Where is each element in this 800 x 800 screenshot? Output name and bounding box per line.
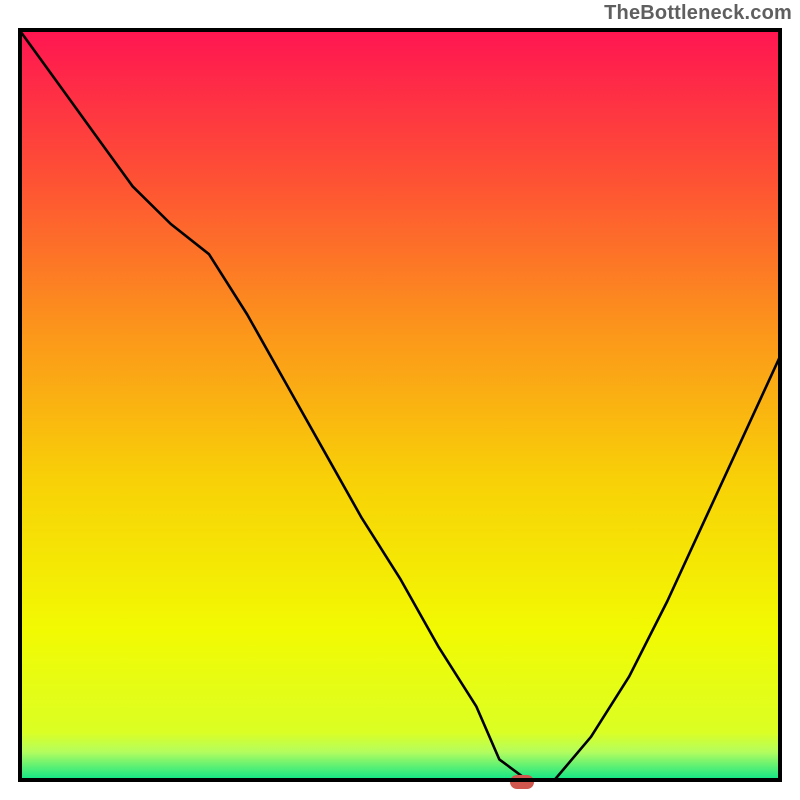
minimum-marker (510, 775, 534, 789)
chart-frame: TheBottleneck.com (0, 0, 800, 800)
gradient-background (0, 0, 800, 800)
watermark-text: TheBottleneck.com (604, 2, 792, 25)
